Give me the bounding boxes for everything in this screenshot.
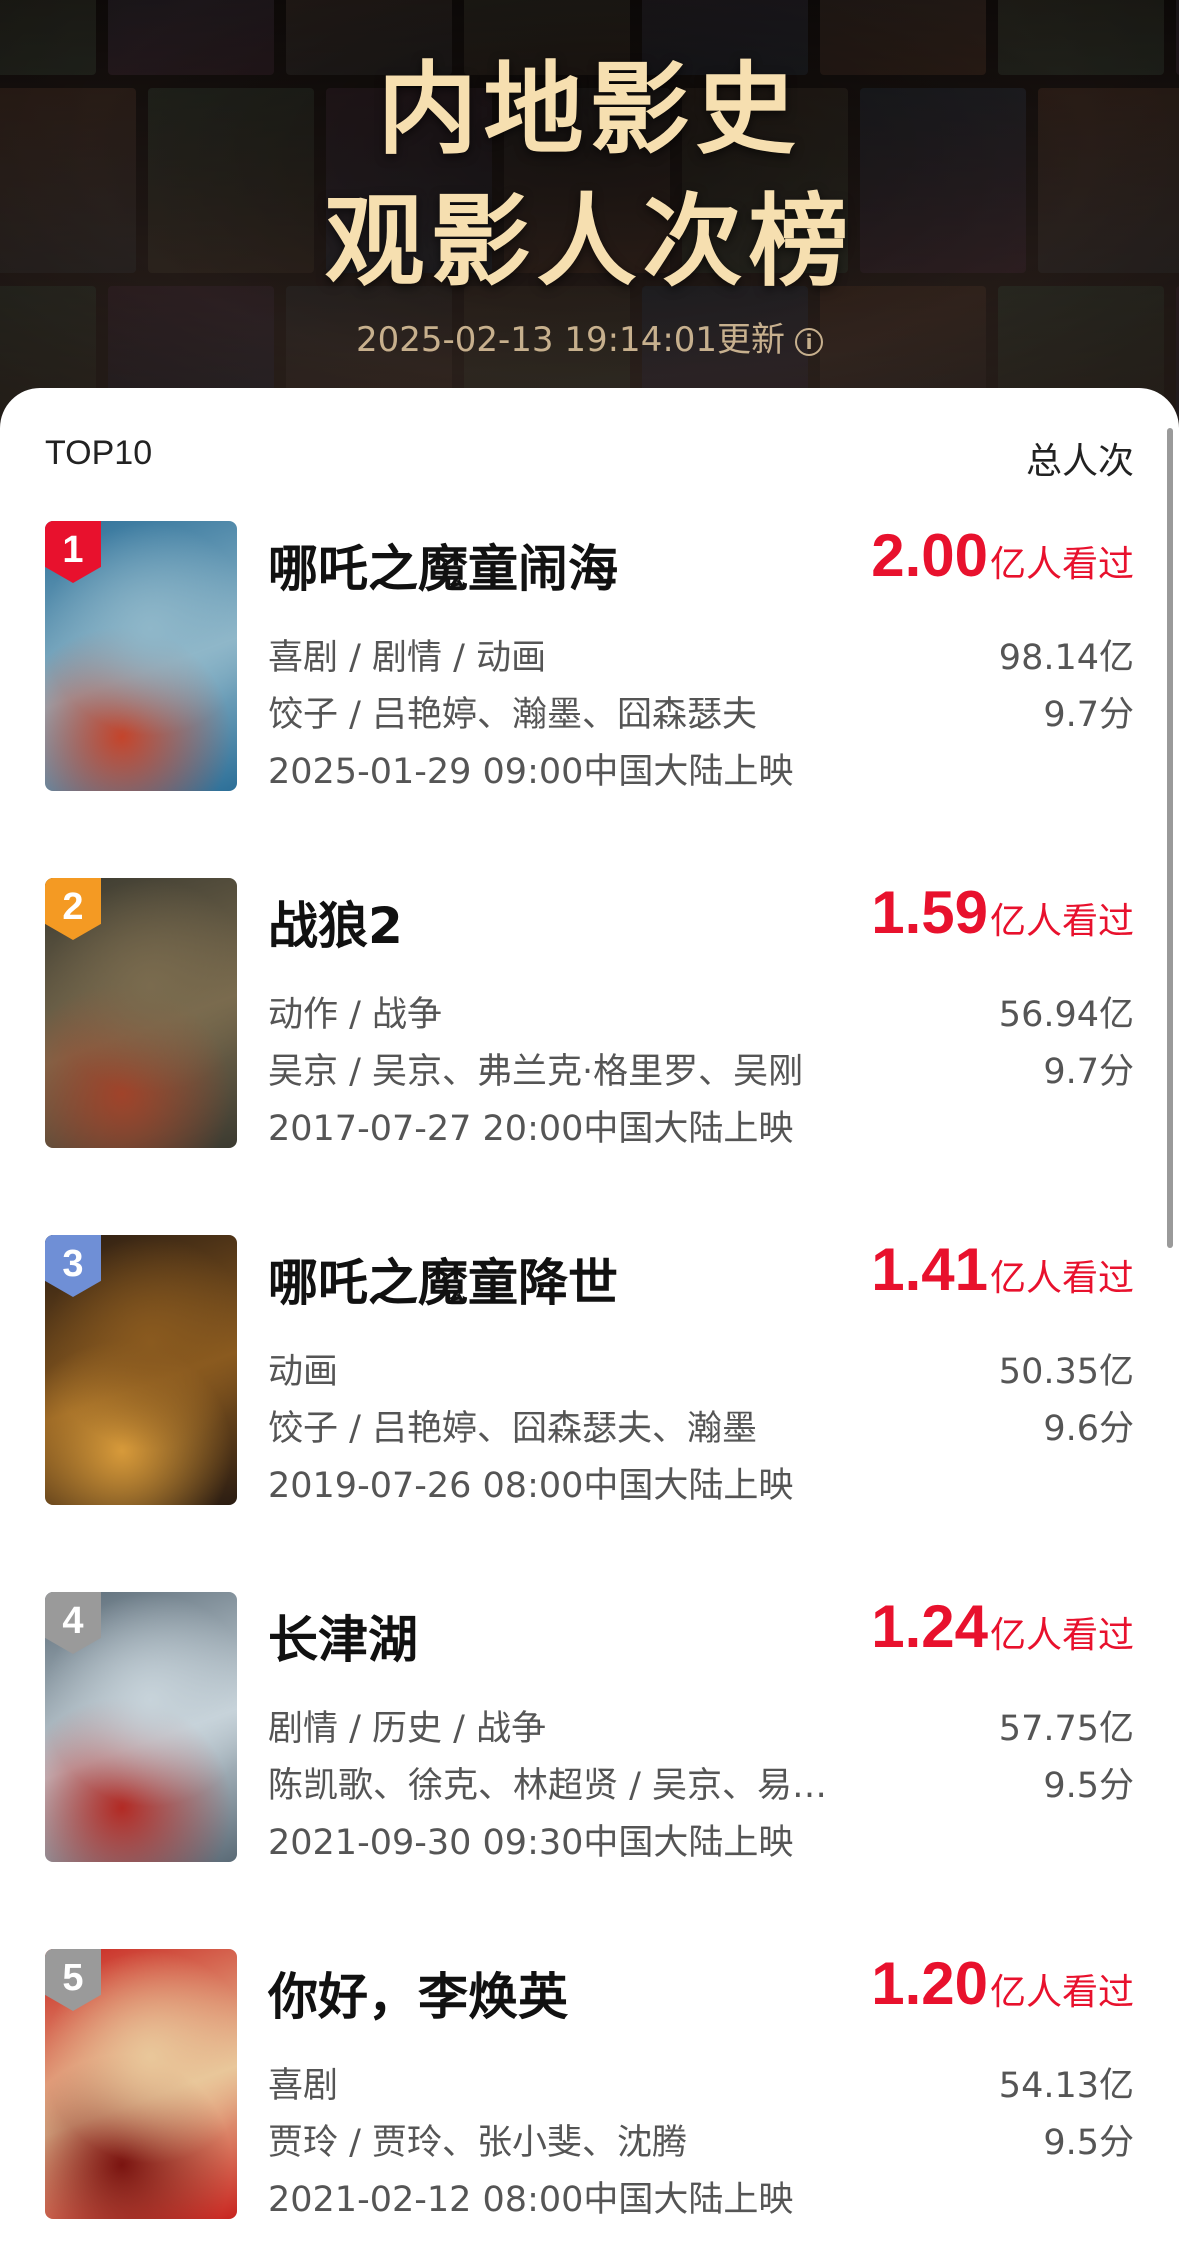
page-title-line2: 观影人次榜 [324, 183, 855, 300]
ranking-card: TOP10 总人次 1 哪吒之魔童闹海 2.00亿人看过 喜剧 / 剧情 / 动… [0, 388, 1179, 2245]
movie-title[interactable]: 你好，李焕英 [268, 1957, 568, 2029]
box-office: 50.35亿 [998, 1352, 1134, 1392]
box-office: 57.75亿 [998, 1709, 1134, 1749]
movie-release: 2017-07-27 20:00中国大陆上映 [268, 1109, 794, 1149]
viewer-count-number: 1.59 [871, 879, 988, 946]
movie-poster[interactable]: 3 [45, 1235, 237, 1505]
header-banner: 内地影史 观影人次榜 2025-02-13 19:14:01更新 i [0, 0, 1179, 420]
movie-list-item[interactable]: 2 战狼2 1.59亿人看过 动作 / 战争 吴京 / 吴京、弗兰克·格里罗、吴… [0, 878, 1179, 1149]
movie-title[interactable]: 战狼2 [268, 886, 403, 958]
viewer-count-unit: 亿人看过 [989, 1972, 1134, 2013]
movie-genres: 动作 / 战争 [268, 995, 443, 1035]
movie-genres: 剧情 / 历史 / 战争 [268, 1709, 547, 1749]
total-viewers-label: 总人次 [1025, 441, 1134, 482]
info-icon[interactable]: i [795, 327, 824, 356]
movie-poster[interactable]: 1 [45, 521, 237, 791]
box-office: 54.13亿 [998, 2066, 1134, 2106]
movie-release: 2021-09-30 09:30中国大陆上映 [268, 1823, 794, 1863]
movie-title[interactable]: 哪吒之魔童闹海 [268, 529, 618, 601]
viewer-count-unit: 亿人看过 [989, 1615, 1134, 1656]
movie-score: 9.7分 [1043, 1052, 1134, 1092]
movie-genres: 喜剧 [268, 2066, 339, 2106]
movie-list-item[interactable]: 1 哪吒之魔童闹海 2.00亿人看过 喜剧 / 剧情 / 动画 饺子 / 吕艳婷… [0, 521, 1179, 792]
viewer-count-unit: 亿人看过 [989, 544, 1134, 585]
viewer-count-number: 1.24 [871, 1593, 988, 1660]
movie-title[interactable]: 哪吒之魔童降世 [268, 1243, 618, 1315]
movie-people: 饺子 / 吕艳婷、瀚墨、囧森瑟夫 [268, 695, 758, 735]
viewer-count-unit: 亿人看过 [989, 1258, 1134, 1299]
viewer-count: 1.20亿人看过 [871, 1949, 1134, 2018]
movie-list-item[interactable]: 5 你好，李焕英 1.20亿人看过 喜剧 贾玲 / 贾玲、张小斐、沈腾 2021… [0, 1949, 1179, 2220]
viewer-count: 2.00亿人看过 [871, 521, 1134, 590]
box-office: 98.14亿 [998, 638, 1134, 678]
viewer-count-unit: 亿人看过 [989, 901, 1134, 942]
movie-title[interactable]: 长津湖 [268, 1600, 418, 1672]
movie-score: 9.5分 [1043, 2123, 1134, 2163]
viewer-count: 1.59亿人看过 [871, 878, 1134, 947]
movie-release: 2021-02-12 08:00中国大陆上映 [268, 2180, 794, 2220]
movie-score: 9.6分 [1043, 1409, 1134, 1449]
movie-people: 贾玲 / 贾玲、张小斐、沈腾 [268, 2123, 688, 2163]
viewer-count-number: 1.20 [871, 1950, 988, 2017]
movie-people: 饺子 / 吕艳婷、囧森瑟夫、瀚墨 [268, 1409, 758, 1449]
movie-score: 9.7分 [1043, 695, 1134, 735]
movie-people: 陈凯歌、徐克、林超贤 / 吴京、易… [268, 1766, 828, 1806]
movie-poster[interactable]: 4 [45, 1592, 237, 1862]
movie-score: 9.5分 [1043, 1766, 1134, 1806]
movie-poster[interactable]: 5 [45, 1949, 237, 2219]
update-timestamp: 2025-02-13 19:14:01更新 [355, 320, 786, 360]
update-timestamp-row: 2025-02-13 19:14:01更新 i [0, 312, 1179, 361]
movie-release: 2019-07-26 08:00中国大陆上映 [268, 1466, 794, 1506]
box-office: 56.94亿 [998, 995, 1134, 1035]
movie-genres: 喜剧 / 剧情 / 动画 [268, 638, 547, 678]
viewer-count-number: 1.41 [871, 1236, 988, 1303]
top10-label: TOP10 [45, 434, 153, 472]
movie-release: 2025-01-29 09:00中国大陆上映 [268, 752, 794, 792]
viewer-count-number: 2.00 [871, 522, 988, 589]
movie-poster[interactable]: 2 [45, 878, 237, 1148]
movie-list-item[interactable]: 4 长津湖 1.24亿人看过 剧情 / 历史 / 战争 陈凯歌、徐克、林超贤 /… [0, 1592, 1179, 1863]
movie-list-item[interactable]: 3 哪吒之魔童降世 1.41亿人看过 动画 饺子 / 吕艳婷、囧森瑟夫、瀚墨 2… [0, 1235, 1179, 1506]
movie-people: 吴京 / 吴京、弗兰克·格里罗、吴刚 [268, 1052, 804, 1092]
viewer-count: 1.24亿人看过 [871, 1592, 1134, 1661]
viewer-count: 1.41亿人看过 [871, 1235, 1134, 1304]
movie-genres: 动画 [268, 1352, 339, 1392]
page-title-line1: 内地影史 [377, 51, 802, 168]
